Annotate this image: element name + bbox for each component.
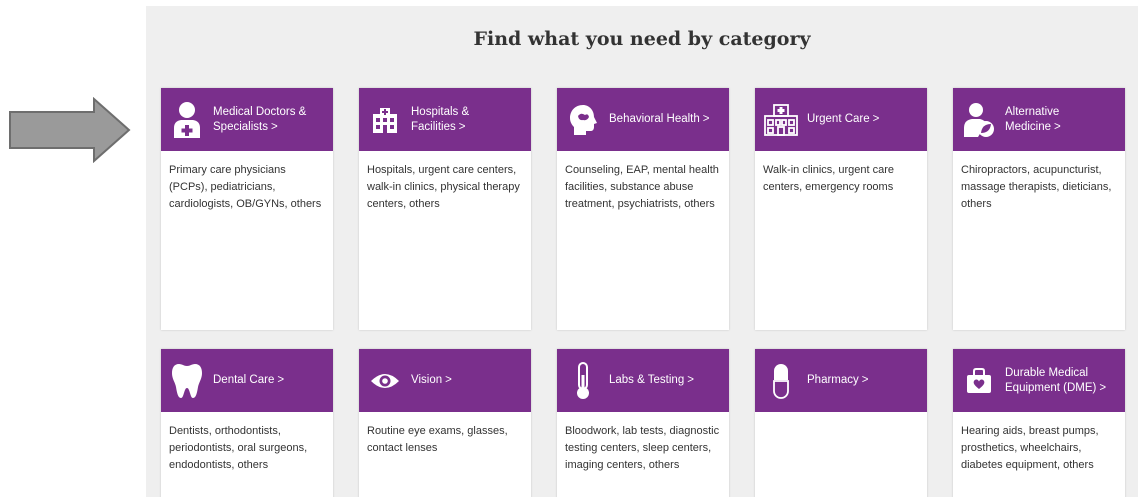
category-card-labs-testing[interactable]: Labs & Testing > Bloodwork, lab tests, di… [557, 349, 729, 497]
section-heading: Find what you need by category [473, 28, 811, 50]
hospital-icon [367, 100, 403, 140]
card-title: Dental Care [213, 374, 275, 386]
card-description: Counseling, EAP, mental health facilitie… [565, 164, 719, 210]
chevron-right-icon: > [458, 120, 466, 133]
chevron-right-icon: > [270, 120, 278, 133]
chevron-right-icon: > [1054, 120, 1061, 133]
card-header[interactable]: Behavioral Health > [557, 88, 729, 151]
chevron-right-icon: > [277, 374, 285, 386]
pill-icon [763, 361, 799, 401]
category-card-durable-medical-equipment[interactable]: Durable Medical Equipment (DME) > Hearing… [953, 349, 1125, 497]
thermometer-icon [565, 361, 601, 401]
card-title: Durable Medical Equipment (DME) [1005, 366, 1097, 394]
card-title: Alternative Medicine [1005, 105, 1060, 133]
card-header[interactable]: Medical Doctors & Specialists > [161, 88, 333, 151]
chevron-right-icon: > [687, 374, 694, 386]
card-description: Routine eye exams, glasses, contact lens… [367, 425, 508, 454]
medical-bag-icon [961, 361, 997, 401]
category-card-alternative-medicine[interactable]: Alternative Medicine > Chiropractors, acu… [953, 88, 1125, 330]
eye-icon [367, 361, 403, 401]
card-header[interactable]: Urgent Care > [755, 88, 927, 151]
card-title: Medical Doctors & Specialists [213, 105, 307, 133]
alternative-medicine-icon [961, 100, 997, 140]
pointer-arrow-icon [9, 97, 131, 163]
chevron-right-icon: > [702, 113, 710, 125]
card-header[interactable]: Pharmacy > [755, 349, 927, 412]
chevron-right-icon: > [445, 374, 452, 386]
card-header[interactable]: Durable Medical Equipment (DME) > [953, 349, 1125, 412]
card-header[interactable]: Labs & Testing > [557, 349, 729, 412]
card-description: Walk-in clinics, urgent care centers, em… [763, 164, 895, 193]
urgent-care-icon [763, 100, 799, 140]
tooth-icon [169, 361, 205, 401]
card-title: Vision [411, 374, 443, 386]
card-header[interactable]: Vision > [359, 349, 531, 412]
category-card-pharmacy[interactable]: Pharmacy > [755, 349, 927, 497]
category-card-vision[interactable]: Vision > Routine eye exams, glasses, cont… [359, 349, 531, 497]
card-description: Chiropractors, acupuncturist, massage th… [961, 164, 1112, 210]
card-description: Hospitals, urgent care centers, walk-in … [367, 164, 520, 210]
category-card-urgent-care[interactable]: Urgent Care > Walk-in clinics, urgent car… [755, 88, 927, 330]
card-header[interactable]: Dental Care > [161, 349, 333, 412]
card-title: Labs & Testing [609, 374, 685, 386]
doctor-icon [169, 100, 205, 140]
card-header[interactable]: Alternative Medicine > [953, 88, 1125, 151]
category-card-dental-care[interactable]: Dental Care > Dentists, orthodontists, pe… [161, 349, 333, 497]
card-title: Behavioral Health [609, 113, 700, 125]
card-title: Urgent Care [807, 113, 870, 125]
category-panel: Find what you need by category Medical D… [146, 6, 1138, 497]
card-title: Pharmacy [807, 374, 859, 386]
card-description: Bloodwork, lab tests, diagnostic testing… [565, 425, 720, 471]
category-card-medical-doctors[interactable]: Medical Doctors & Specialists > Primary c… [161, 88, 333, 330]
chevron-right-icon: > [872, 113, 880, 125]
category-card-hospitals[interactable]: Hospitals & Facilities > Hospitals, urgen… [359, 88, 531, 330]
category-card-behavioral-health[interactable]: Behavioral Health > Counseling, EAP, ment… [557, 88, 729, 330]
card-description: Dentists, orthodontists, periodontists, … [169, 425, 308, 471]
head-icon [565, 100, 601, 140]
card-description: Hearing aids, breast pumps, prosthetics,… [961, 425, 1099, 471]
chevron-right-icon: > [861, 374, 869, 386]
card-header[interactable]: Hospitals & Facilities > [359, 88, 531, 151]
card-description: Primary care physicians (PCPs), pediatri… [169, 164, 322, 210]
chevron-right-icon: > [1099, 381, 1107, 394]
card-description [755, 412, 927, 431]
